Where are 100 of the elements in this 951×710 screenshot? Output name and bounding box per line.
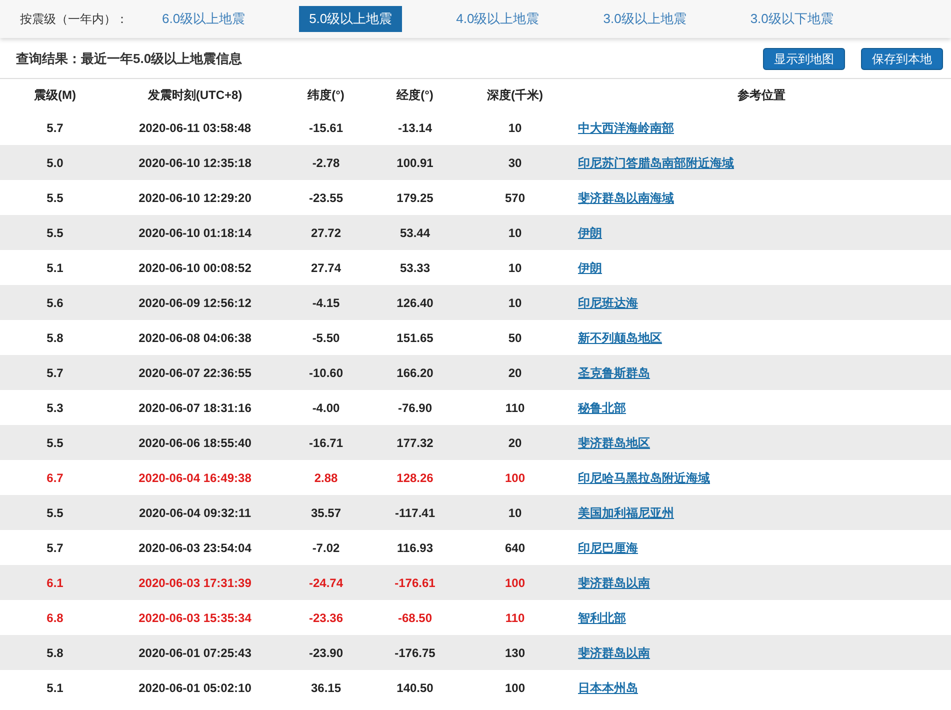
table-cell: 100: [504, 680, 526, 694]
table-cell: -76.90: [398, 400, 432, 414]
location-link[interactable]: 美国加利福尼亚州: [578, 506, 674, 520]
table-cell: 5.8: [46, 646, 64, 660]
table-cell: 179.25: [396, 190, 434, 204]
table-cell: 100: [504, 576, 526, 590]
table-cell: 2020-06-10 01:18:14: [138, 226, 252, 240]
action-button[interactable]: 显示到地图: [763, 48, 845, 70]
table-cell: 151.65: [396, 330, 434, 344]
table-cell: -4.00: [312, 400, 340, 414]
table-cell: 100.91: [396, 156, 434, 170]
table-cell: 5.5: [46, 506, 64, 520]
table-cell: -10.60: [308, 366, 344, 380]
column-header: 经度(°): [396, 88, 434, 102]
location-link[interactable]: 印尼巴厘海: [578, 540, 638, 554]
table-cell: 2020-06-11 03:58:48: [138, 120, 252, 134]
table-cell: 5.8: [46, 330, 64, 344]
location-link[interactable]: 智利北部: [578, 610, 626, 624]
location-link[interactable]: 伊朗: [578, 226, 602, 240]
table-cell: 177.32: [396, 436, 434, 450]
table-cell: 100: [504, 470, 526, 484]
table-cell: 5.5: [46, 190, 64, 204]
table-cell: 5.7: [46, 120, 64, 134]
location-link[interactable]: 印尼哈马黑拉岛附近海域: [578, 470, 710, 484]
table-cell: 2.88: [314, 470, 338, 484]
table-cell: 6.1: [46, 576, 64, 590]
location-link[interactable]: 斐济群岛地区: [578, 436, 650, 450]
location-link[interactable]: 斐济群岛以南海域: [578, 190, 674, 204]
column-header: 纬度(°): [308, 88, 344, 102]
table-cell: -176.75: [394, 646, 436, 660]
table-cell: 130: [504, 646, 526, 660]
table-cell: 2020-06-03 17:31:39: [138, 576, 252, 590]
table-cell: 6.8: [46, 610, 64, 624]
table-cell: 6.7: [46, 470, 64, 484]
filter-tab[interactable]: 6.0级以上地震: [152, 6, 256, 32]
table-cell: 116.93: [396, 540, 434, 554]
table-cell: 10: [508, 226, 522, 240]
table-cell: 2020-06-07 22:36:55: [138, 366, 252, 380]
table-cell: -5.50: [312, 330, 340, 344]
table-cell: 5.5: [46, 226, 64, 240]
table-cell: 10: [508, 506, 522, 520]
table-cell: 10: [508, 120, 522, 134]
filter-tab[interactable]: 3.0级以上地震: [593, 6, 696, 32]
table-cell: 110: [505, 610, 525, 624]
table-cell: 5.7: [46, 540, 64, 554]
table-cell: 5.0: [46, 156, 64, 170]
table-cell: 2020-06-08 04:06:38: [138, 330, 252, 344]
location-link[interactable]: 圣克鲁斯群岛: [578, 366, 650, 380]
table-cell: 5.6: [46, 296, 64, 310]
table-cell: -23.36: [308, 610, 344, 624]
table-cell: 640: [504, 540, 526, 554]
filter-tab[interactable]: 4.0级以上地震: [446, 6, 550, 32]
table-cell: 10: [508, 296, 522, 310]
location-link[interactable]: 斐济群岛以南: [578, 646, 650, 660]
table-cell: 2020-06-06 18:55:40: [138, 436, 252, 450]
table-cell: 2020-06-07 18:31:16: [138, 400, 252, 414]
table-cell: 2020-06-09 12:56:12: [138, 296, 252, 310]
location-link[interactable]: 中大西洋海岭南部: [578, 120, 674, 134]
column-header: 参考位置: [738, 88, 786, 102]
location-link[interactable]: 新不列颠岛地区: [578, 330, 662, 344]
table-cell: -16.71: [308, 436, 344, 450]
table-cell: 128.26: [396, 470, 434, 484]
table-cell: -23.55: [308, 190, 344, 204]
table-cell: 20: [508, 436, 522, 450]
table-cell: 2020-06-10 12:29:20: [138, 190, 252, 204]
table-cell: 2020-06-03 23:54:04: [138, 540, 252, 554]
table-cell: 2020-06-10 12:35:18: [138, 156, 252, 170]
filter-tab[interactable]: 3.0级以下地震: [740, 6, 844, 32]
table-cell: -15.61: [308, 120, 344, 134]
table-cell: 140.50: [396, 680, 434, 694]
column-header: 震级(M): [34, 88, 76, 102]
table-cell: 5.1: [46, 260, 64, 274]
column-header: 发震时刻(UTC+8): [148, 88, 242, 102]
table-cell: -13.14: [398, 120, 432, 134]
table-cell: 10: [508, 260, 522, 274]
table-cell: 53.44: [400, 226, 430, 240]
table-cell: -23.90: [308, 646, 344, 660]
table-cell: 2020-06-10 00:08:52: [138, 260, 252, 274]
table-cell: 2020-06-01 07:25:43: [138, 646, 252, 660]
location-link[interactable]: 日本本州岛: [578, 680, 638, 694]
table-cell: -7.02: [312, 540, 340, 554]
table-cell: -117.41: [394, 506, 436, 520]
location-link[interactable]: 斐济群岛以南: [578, 576, 650, 590]
table-cell: 50: [508, 330, 522, 344]
table-cell: -68.50: [398, 610, 432, 624]
table-cell: 2020-06-01 05:02:10: [138, 680, 252, 694]
table-cell: 20: [508, 366, 522, 380]
action-button[interactable]: 保存到本地: [861, 48, 943, 70]
location-link[interactable]: 伊朗: [578, 260, 602, 274]
location-link[interactable]: 印尼苏门答腊岛南部附近海域: [578, 156, 734, 170]
table-cell: 126.40: [396, 296, 434, 310]
table-cell: 2020-06-03 15:35:34: [138, 610, 252, 624]
table-cell: 5.1: [46, 680, 64, 694]
filter-tab[interactable]: 5.0级以上地震: [299, 6, 402, 32]
location-link[interactable]: 秘鲁北部: [578, 400, 626, 414]
table-cell: 166.20: [396, 366, 434, 380]
table-cell: 2020-06-04 16:49:38: [138, 470, 252, 484]
table-cell: -176.61: [394, 576, 436, 590]
table-cell: 36.15: [310, 680, 342, 694]
location-link[interactable]: 印尼班达海: [578, 296, 638, 310]
